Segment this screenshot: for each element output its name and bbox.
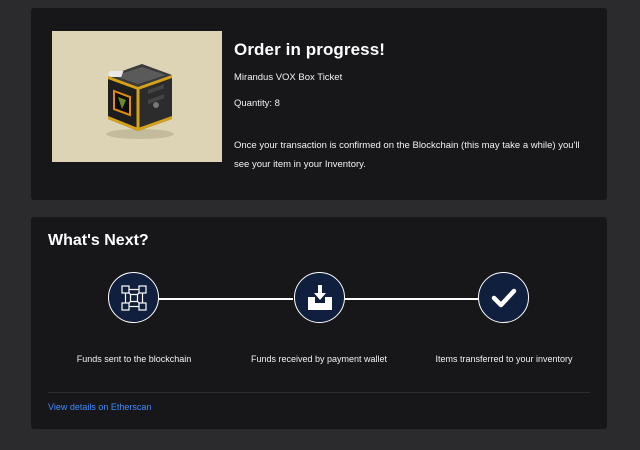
step-connector [345, 298, 479, 300]
quantity-text: Quantity: 8 [234, 98, 280, 109]
whats-next-title: What's Next? [48, 232, 149, 249]
etherscan-link[interactable]: View details on Etherscan [48, 402, 151, 412]
step-payment-wallet [294, 272, 345, 323]
step-label-payment-wallet: Funds received by payment wallet [250, 354, 388, 364]
step-connector [159, 298, 293, 300]
blockchain-icon [120, 284, 147, 311]
divider [48, 392, 590, 393]
checkmark-icon [491, 288, 516, 307]
step-label-blockchain: Funds sent to the blockchain [76, 354, 192, 364]
inbox-download-icon [307, 284, 332, 310]
whats-next-card: What's Next? Funds sent to the blockchai… [31, 217, 607, 429]
product-name: Mirandus VOX Box Ticket [234, 72, 343, 83]
product-image [52, 31, 222, 162]
confirmation-note: Once your transaction is confirmed on th… [234, 140, 580, 170]
step-inventory [478, 272, 529, 323]
vox-box-icon [106, 64, 174, 139]
order-status-card: Order in progress! Mirandus VOX Box Tick… [31, 8, 607, 200]
order-title: Order in progress! [234, 40, 386, 59]
step-label-inventory: Items transferred to your inventory [435, 354, 573, 364]
step-blockchain [108, 272, 159, 323]
